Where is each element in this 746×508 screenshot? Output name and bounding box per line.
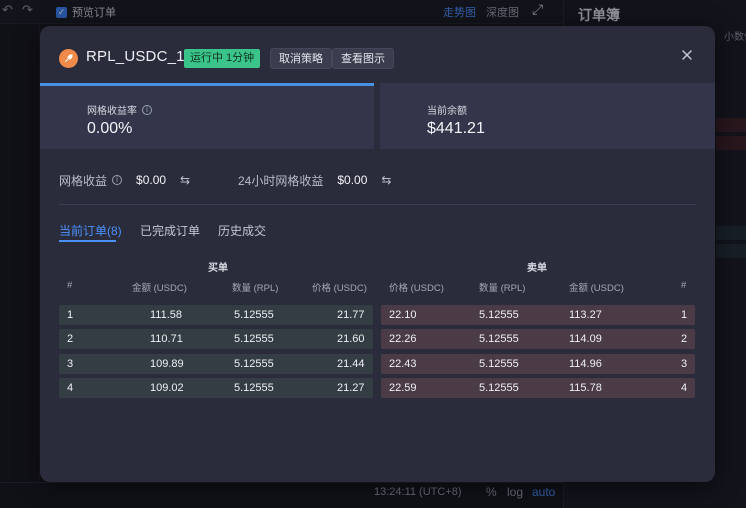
grid-profit-label-group: 网格收益 i — [59, 172, 123, 189]
buy-price: 21.44 — [337, 358, 365, 370]
buy-col-price: 价格 (USDC) — [312, 283, 367, 294]
sell-col-qty: 数量 (RPL) — [479, 283, 526, 294]
buy-order-row — [59, 329, 373, 349]
rocket-coin-icon — [59, 49, 78, 68]
buy-qty: 5.12555 — [234, 333, 274, 345]
sell-amount: 113.27 — [569, 309, 602, 321]
sell-index: 3 — [681, 358, 688, 370]
balance-card: 当前余额 $441.21 — [380, 83, 715, 149]
buy-index: 2 — [67, 333, 74, 345]
sell-order-row — [381, 329, 695, 349]
grid-profit-label: 网格收益 — [59, 173, 108, 188]
buy-price: 21.27 — [337, 382, 365, 394]
divider — [59, 204, 696, 205]
sell-col-index: # — [681, 280, 687, 291]
tab-completed-orders[interactable]: 已完成订单 — [140, 222, 200, 239]
sell-price: 22.10 — [389, 309, 417, 321]
buy-amount: 109.02 — [150, 382, 184, 394]
grid-yield-card: 网格收益率 i 0.00% — [40, 83, 374, 149]
sell-qty: 5.12555 — [479, 382, 519, 394]
modal-header: RPL_USDC_1 运行中 1分钟 取消策略 查看图示 — [40, 26, 715, 86]
grid-profit-value: $0.00 — [136, 173, 167, 187]
active-tab-indicator — [59, 240, 116, 242]
profit-24h-row: 24小时网格收益 $0.00 ⇆ — [238, 172, 391, 188]
buy-order-row — [59, 305, 373, 325]
strategy-detail-modal: RPL_USDC_1 运行中 1分钟 取消策略 查看图示 网格收益率 i 0.0… — [40, 26, 715, 482]
buy-order-row — [59, 378, 373, 398]
view-chart-button[interactable]: 查看图示 — [332, 48, 394, 69]
sell-orders-title: 卖单 — [527, 263, 547, 274]
balance-label: 当前余额 — [427, 106, 467, 117]
balance-value: $441.21 — [427, 120, 485, 137]
sell-price: 22.59 — [389, 382, 417, 394]
buy-col-amount: 金额 (USDC) — [132, 283, 187, 294]
buy-orders-title: 买单 — [208, 263, 228, 274]
grid-yield-label: 网格收益率 — [87, 106, 137, 117]
buy-amount: 110.71 — [150, 333, 183, 345]
buy-price: 21.77 — [337, 309, 365, 321]
profit-24h-value: $0.00 — [337, 173, 368, 187]
sell-index: 1 — [681, 309, 688, 321]
sell-index: 2 — [681, 333, 688, 345]
buy-qty: 5.12555 — [234, 382, 274, 394]
sell-order-row — [381, 378, 695, 398]
grid-profit-row: 网格收益 i $0.00 ⇆ — [59, 172, 190, 188]
sell-col-price: 价格 (USDC) — [389, 283, 444, 294]
close-icon[interactable] — [680, 48, 694, 62]
buy-qty: 5.12555 — [234, 309, 274, 321]
sell-col-amount: 金额 (USDC) — [569, 283, 624, 294]
info-icon[interactable]: i — [142, 104, 152, 115]
grid-yield-value: 0.00% — [87, 120, 133, 137]
sell-order-row — [381, 305, 695, 325]
sell-qty: 5.12555 — [479, 309, 519, 321]
sell-amount: 115.78 — [569, 382, 602, 394]
tab-current-orders[interactable]: 当前订单(8) — [59, 222, 122, 239]
profit-24h-label: 24小时网格收益 — [238, 173, 324, 188]
status-badge: 运行中 1分钟 — [184, 49, 261, 68]
sell-qty: 5.12555 — [479, 358, 519, 370]
buy-index: 4 — [67, 382, 74, 394]
buy-amount: 109.89 — [150, 358, 184, 370]
sell-qty: 5.12555 — [479, 333, 519, 345]
buy-order-row — [59, 354, 373, 374]
buy-index: 3 — [67, 358, 74, 370]
sell-amount: 114.96 — [569, 358, 602, 370]
buy-amount: 111.58 — [150, 309, 183, 321]
sell-price: 22.26 — [389, 333, 417, 345]
sell-amount: 114.09 — [569, 333, 602, 345]
buy-col-index: # — [67, 280, 73, 291]
sell-order-row — [381, 354, 695, 374]
currency-swap-icon[interactable]: ⇆ — [381, 173, 391, 187]
cancel-strategy-button[interactable]: 取消策略 — [270, 48, 332, 69]
info-icon[interactable]: i — [112, 175, 123, 185]
pair-title: RPL_USDC_1 — [86, 48, 185, 65]
sell-index: 4 — [681, 382, 688, 394]
tab-trade-history[interactable]: 历史成交 — [218, 222, 266, 239]
buy-price: 21.60 — [337, 333, 365, 345]
buy-col-qty: 数量 (RPL) — [232, 283, 279, 294]
grid-yield-label-group: 网格收益率 i — [87, 102, 152, 117]
sell-price: 22.43 — [389, 358, 417, 370]
buy-qty: 5.12555 — [234, 358, 274, 370]
buy-index: 1 — [67, 309, 74, 321]
currency-swap-icon[interactable]: ⇆ — [180, 173, 190, 187]
